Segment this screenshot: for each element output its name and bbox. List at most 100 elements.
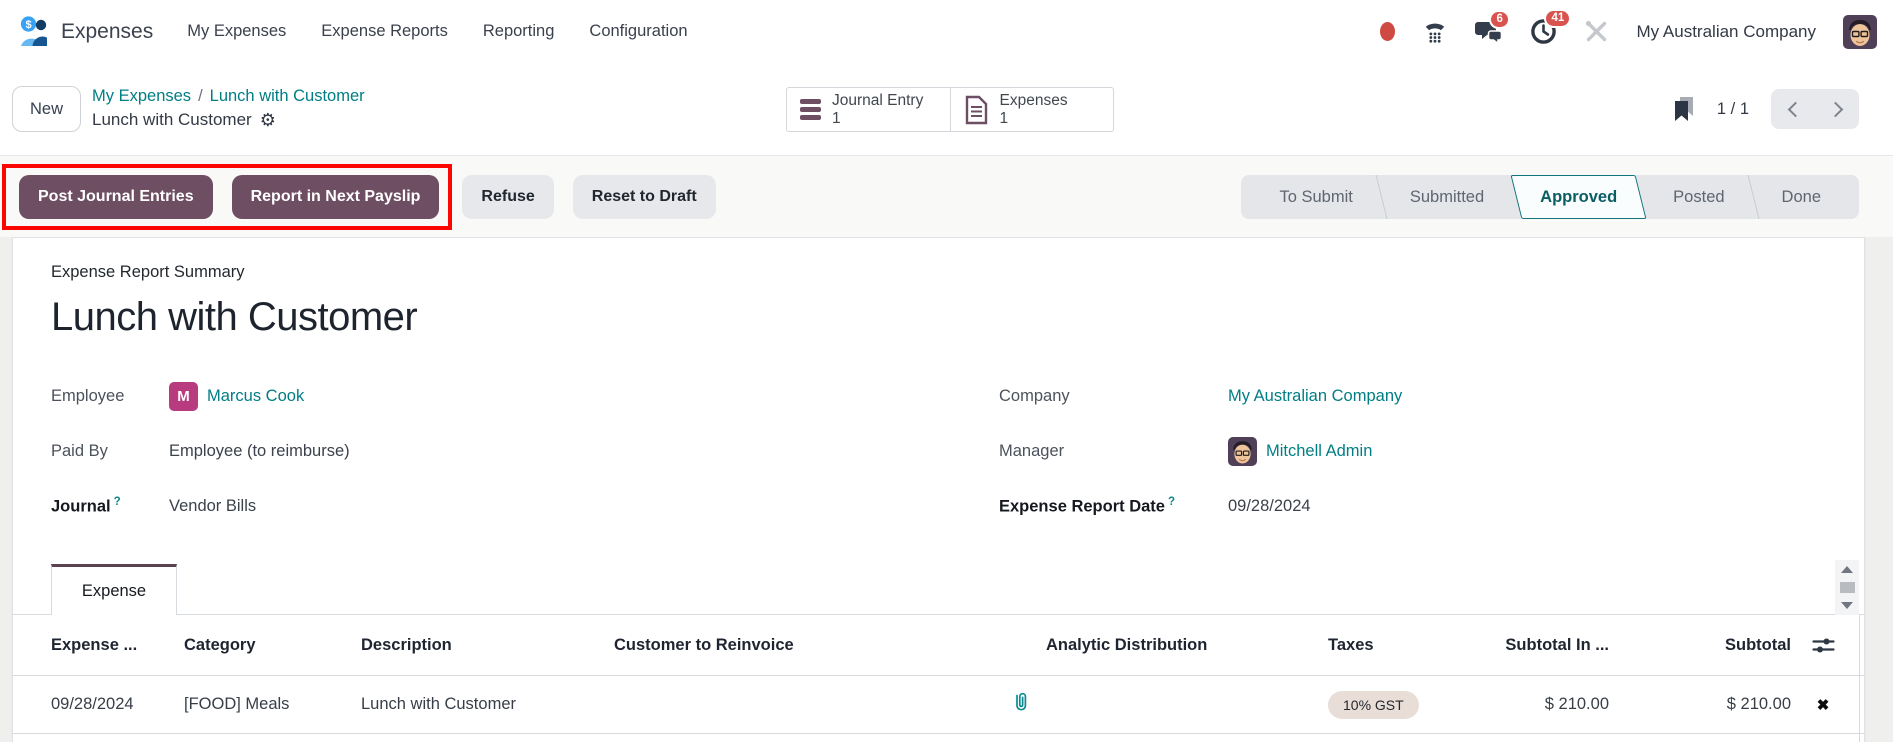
page-title[interactable]: Lunch with Customer [51,291,1864,343]
pager-previous-button[interactable] [1771,89,1815,129]
activities-clock-icon[interactable]: 41 [1530,18,1557,45]
employee-link[interactable]: Marcus Cook [207,387,304,406]
journal-help-icon[interactable]: ? [114,496,121,508]
form-sheet: Expense Report Summary Lunch with Custom… [12,237,1865,742]
stage-posted[interactable]: Posted [1645,175,1752,219]
cell-subtotal-in[interactable]: $ 210.00 [1460,695,1609,714]
col-header-description[interactable]: Description [361,636,614,655]
report-date-field: Expense Report Date? 09/28/2024 [999,491,1402,521]
breadcrumb-separator: / [198,87,203,105]
journal-entry-count: 1 [832,110,923,128]
pager-area: 1 / 1 [1674,89,1859,129]
cell-subtotal[interactable]: $ 210.00 [1609,695,1791,714]
journal-label: Journal? [51,496,169,517]
journal-entry-bars-icon [800,99,821,120]
menu-reporting[interactable]: Reporting [483,22,555,41]
scrollbar-thumb[interactable] [1840,582,1855,593]
manager-label: Manager [999,442,1228,461]
stage-done[interactable]: Done [1754,175,1849,219]
user-avatar[interactable] [1843,15,1877,49]
systray: 6 41 My Australian Company [1380,15,1877,49]
employee-avatar: M [169,382,198,411]
messages-icon[interactable]: 6 [1475,19,1503,45]
tab-expense[interactable]: Expense [51,564,177,615]
notebook-tabs: Expense [13,564,1864,615]
cell-description[interactable]: Lunch with Customer [361,695,614,714]
company-field: Company My Australian Company [999,381,1402,411]
company-link[interactable]: My Australian Company [1228,387,1402,406]
voip-phone-icon[interactable] [1422,19,1448,44]
pager-count: 1 / 1 [1717,100,1749,119]
cell-category[interactable]: [FOOD] Meals [184,695,361,714]
breadcrumb-parent-link[interactable]: My Expenses [92,87,191,105]
annotation-red-box: Post Journal Entries Report in Next Pays… [2,164,452,230]
col-header-category[interactable]: Category [184,636,361,655]
report-in-next-payslip-button[interactable]: Report in Next Payslip [232,175,440,219]
report-date-label: Expense Report Date? [999,496,1228,517]
red-status-dot-icon [1380,22,1395,41]
refuse-button[interactable]: Refuse [462,175,553,219]
tax-badge[interactable]: 10% GST [1328,691,1419,719]
reset-to-draft-button[interactable]: Reset to Draft [573,175,716,219]
company-switcher[interactable]: My Australian Company [1636,22,1816,42]
summary-label: Expense Report Summary [51,262,1864,283]
employee-label: Employee [51,387,169,406]
optional-columns-sliders-icon[interactable] [1812,637,1835,654]
table-scrollbar[interactable] [1835,560,1859,615]
manager-avatar [1228,437,1257,466]
expenses-smart-button[interactable]: Expenses 1 [950,88,1114,131]
scroll-down-arrow-icon[interactable] [1841,602,1853,609]
col-header-subtotal[interactable]: Subtotal [1609,636,1791,655]
expenses-count: 1 [1000,110,1068,128]
bookmark-icon[interactable] [1674,97,1695,122]
menu-configuration[interactable]: Configuration [589,22,687,41]
col-header-subtotal-in[interactable]: Subtotal In ... [1460,636,1609,655]
messages-badge: 6 [1489,10,1509,29]
attachment-paperclip-icon[interactable] [1011,691,1030,713]
stage-to-submit[interactable]: To Submit [1251,175,1380,219]
new-button[interactable]: New [12,86,81,132]
pager-next-button[interactable] [1815,89,1859,129]
journal-entry-smart-button[interactable]: Journal Entry 1 [787,88,950,131]
chevron-right-icon [1827,101,1843,117]
expenses-app-window: $ Expenses My Expenses Expense Reports R… [0,0,1893,742]
expense-table-header: Expense ... Category Description Custome… [13,615,1864,676]
cell-expense-date[interactable]: 09/28/2024 [51,695,184,714]
expenses-app-icon: $ [18,15,50,48]
menu-my-expenses[interactable]: My Expenses [187,22,286,41]
journal-value[interactable]: Vendor Bills [169,497,256,516]
menu-expense-reports[interactable]: Expense Reports [321,22,448,41]
form-fields: Employee M Marcus Cook Paid By Employee … [51,381,1864,521]
col-header-taxes[interactable]: Taxes [1328,636,1460,655]
debug-tools-icon[interactable] [1584,19,1609,44]
activities-badge: 41 [1544,9,1571,28]
journal-field: Journal? Vendor Bills [51,491,1864,521]
company-label: Company [999,387,1228,406]
manager-link[interactable]: Mitchell Admin [1266,442,1372,461]
breadcrumb-current[interactable]: Lunch with Customer [210,87,365,105]
report-date-value[interactable]: 09/28/2024 [1228,497,1311,516]
post-journal-entries-button[interactable]: Post Journal Entries [19,175,213,219]
chevron-left-icon [1787,101,1803,117]
statusbar: Post Journal Entries Report in Next Pays… [0,155,1893,237]
expense-table-row[interactable]: 09/28/2024 [FOOD] Meals Lunch with Custo… [13,676,1864,734]
record-name: Lunch with Customer [92,110,252,130]
manager-field: Manager [999,436,1402,466]
breadcrumb: My Expenses / Lunch with Customer Lunch wi… [92,87,365,131]
scroll-up-arrow-icon[interactable] [1841,566,1853,573]
delete-row-icon[interactable]: ✖ [1791,696,1855,714]
main-menu: My Expenses Expense Reports Reporting Co… [187,22,687,41]
report-date-help-icon[interactable]: ? [1168,496,1175,508]
stage-submitted[interactable]: Submitted [1382,175,1512,219]
actions-gear-icon[interactable]: ⚙ [260,110,276,132]
form-background: Expense Report Summary Lunch with Custom… [0,237,1893,742]
smart-buttons: Journal Entry 1 Expenses 1 [786,87,1114,132]
col-header-customer[interactable]: Customer to Reinvoice [614,636,1046,655]
col-header-expense-date[interactable]: Expense ... [51,636,184,655]
control-panel: New My Expenses / Lunch with Customer Lunc… [0,63,1893,155]
col-header-analytic[interactable]: Analytic Distribution [1046,636,1328,655]
expenses-label: Expenses [1000,92,1068,110]
paid-by-value[interactable]: Employee (to reimburse) [169,442,350,461]
stage-approved-active[interactable]: Approved [1512,175,1645,219]
app-switcher[interactable]: $ Expenses [18,15,153,48]
